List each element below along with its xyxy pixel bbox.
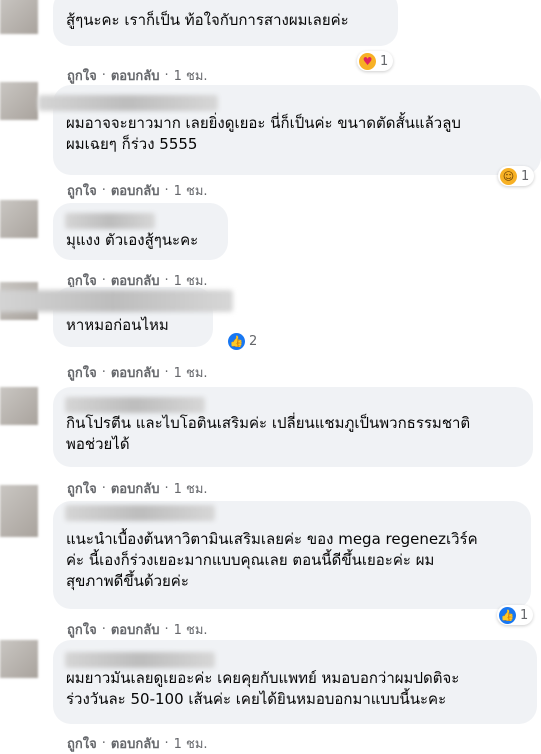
separator: · bbox=[164, 736, 169, 751]
timestamp[interactable]: 1 ชม. bbox=[174, 619, 208, 640]
reply-button[interactable]: ตอบกลับ bbox=[111, 362, 160, 383]
separator: · bbox=[164, 273, 169, 288]
timestamp[interactable]: 1 ชม. bbox=[174, 65, 208, 86]
separator: · bbox=[101, 736, 106, 751]
reaction-count: 1 bbox=[380, 53, 389, 69]
like-reaction-icon: 👍 bbox=[499, 606, 516, 624]
comment-actions: ถูกใจ · ตอบกลับ · 1 ชม. bbox=[67, 619, 208, 640]
comment-text: สู้ๆนะคะ เราก็เป็น ท้อใจกับการสางผมเลยค่… bbox=[66, 11, 349, 29]
comment-actions: ถูกใจ · ตอบกลับ · 1 ชม. bbox=[67, 362, 208, 383]
timestamp[interactable]: 1 ชม. bbox=[174, 478, 208, 499]
separator: · bbox=[101, 273, 106, 288]
reaction-badge[interactable]: 👍 2 bbox=[226, 331, 262, 351]
comment-text: ผมอาจจะยาวมาก เลยยิ่งดูเยอะ นี่ก็เป็นค่ะ… bbox=[66, 114, 461, 153]
like-button[interactable]: ถูกใจ bbox=[67, 65, 97, 86]
like-button[interactable]: ถูกใจ bbox=[67, 733, 97, 754]
comment-actions: ถูกใจ · ตอบกลับ · 1 ชม. bbox=[67, 65, 208, 86]
comment-bubble: หาหมอก่อนไหม bbox=[0, 287, 233, 347]
comment-bubble: ผมยาวมันเลยดูเยอะค่ะ เคยคุยกับแพทย์ หมอบ… bbox=[53, 640, 537, 724]
comment-bubble: มุแงง ตัวเองสู้ๆนะคะ bbox=[53, 203, 228, 260]
blurred-author-name bbox=[65, 213, 155, 229]
comment-text: มุแงง ตัวเองสู้ๆนะคะ bbox=[66, 231, 199, 249]
reply-button[interactable]: ตอบกลับ bbox=[111, 733, 160, 754]
comment-text: กินโปรตีน และไบโอตินเสริมค่ะ เปลี่ยนแชมภ… bbox=[66, 414, 471, 453]
like-button[interactable]: ถูกใจ bbox=[67, 180, 97, 201]
avatar[interactable] bbox=[0, 387, 38, 425]
separator: · bbox=[164, 622, 169, 637]
blurred-author-name bbox=[65, 397, 205, 413]
avatar[interactable] bbox=[0, 640, 38, 678]
separator: · bbox=[164, 68, 169, 83]
reaction-count: 1 bbox=[521, 168, 530, 184]
blurred-author-name bbox=[0, 290, 233, 312]
avatar[interactable] bbox=[0, 485, 38, 537]
comment-bubble: ผมอาจจะยาวมาก เลยยิ่งดูเยอะ นี่ก็เป็นค่ะ… bbox=[38, 85, 541, 175]
blurred-author-name bbox=[65, 505, 215, 521]
comment-text: แนะนำเบื้องต้นหาวิตามินเสริมเลยค่ะ ของ m… bbox=[66, 530, 478, 590]
comment-text: หาหมอก่อนไหม bbox=[66, 316, 169, 334]
comment-bubble: แนะนำเบื้องต้นหาวิตามินเสริมเลยค่ะ ของ m… bbox=[53, 501, 531, 609]
like-button[interactable]: ถูกใจ bbox=[67, 362, 97, 383]
comment-bubble: สู้ๆนะคะ เราก็เป็น ท้อใจกับการสางผมเลยค่… bbox=[53, 0, 398, 46]
avatar[interactable] bbox=[0, 0, 38, 34]
separator: · bbox=[164, 365, 169, 380]
avatar[interactable] bbox=[0, 82, 38, 120]
reaction-badge[interactable]: 👍 1 bbox=[497, 605, 534, 625]
reaction-count: 2 bbox=[249, 333, 258, 349]
reaction-badge[interactable]: ☺ 1 bbox=[498, 166, 535, 186]
avatar[interactable] bbox=[0, 200, 38, 238]
separator: · bbox=[101, 68, 106, 83]
separator: · bbox=[101, 622, 106, 637]
blurred-author-name bbox=[65, 652, 215, 668]
like-reaction-icon: 👍 bbox=[228, 332, 245, 350]
reply-button[interactable]: ตอบกลับ bbox=[111, 619, 160, 640]
comment-text: ผมยาวมันเลยดูเยอะค่ะ เคยคุยกับแพทย์ หมอบ… bbox=[66, 669, 460, 708]
reply-button[interactable]: ตอบกลับ bbox=[111, 478, 160, 499]
separator: · bbox=[101, 365, 106, 380]
comment-actions: ถูกใจ · ตอบกลับ · 1 ชม. bbox=[67, 180, 208, 201]
reply-button[interactable]: ตอบกลับ bbox=[111, 180, 160, 201]
reply-button[interactable]: ตอบกลับ bbox=[111, 65, 160, 86]
like-button[interactable]: ถูกใจ bbox=[67, 478, 97, 499]
separator: · bbox=[101, 481, 106, 496]
comment-bubble: กินโปรตีน และไบโอตินเสริมค่ะ เปลี่ยนแชมภ… bbox=[53, 387, 533, 467]
care-reaction-icon: ♥ bbox=[359, 52, 376, 70]
separator: · bbox=[164, 183, 169, 198]
like-button[interactable]: ถูกใจ bbox=[67, 619, 97, 640]
timestamp[interactable]: 1 ชม. bbox=[174, 362, 208, 383]
comment-actions: ถูกใจ · ตอบกลับ · 1 ชม. bbox=[67, 733, 208, 754]
timestamp[interactable]: 1 ชม. bbox=[174, 733, 208, 754]
blurred-author-name bbox=[38, 95, 218, 111]
haha-reaction-icon: ☺ bbox=[500, 167, 517, 185]
reaction-badge[interactable]: ♥ 1 bbox=[357, 51, 394, 71]
comment-actions: ถูกใจ · ตอบกลับ · 1 ชม. bbox=[67, 478, 208, 499]
separator: · bbox=[101, 183, 106, 198]
timestamp[interactable]: 1 ชม. bbox=[174, 180, 208, 201]
reaction-count: 1 bbox=[520, 607, 529, 623]
separator: · bbox=[164, 481, 169, 496]
